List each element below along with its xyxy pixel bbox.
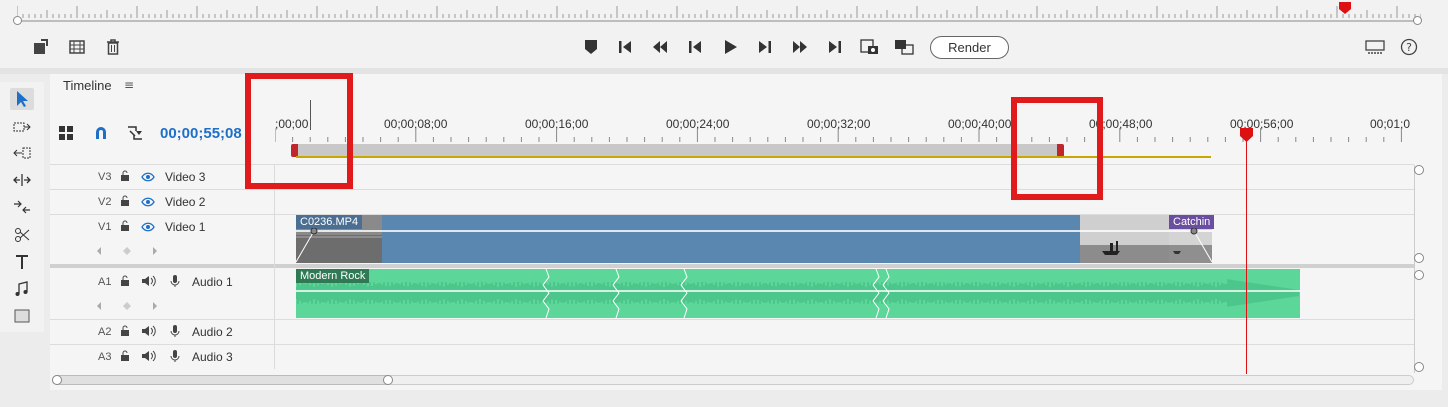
play-icon[interactable]: [720, 37, 740, 57]
vertical-scrollbar[interactable]: [1414, 165, 1424, 373]
track-select-tool-icon[interactable]: [10, 116, 34, 138]
scroll-handle[interactable]: [1414, 270, 1424, 280]
work-area-bar[interactable]: [296, 144, 1062, 156]
step-forward-icon[interactable]: [790, 37, 810, 57]
step-back-icon[interactable]: [650, 37, 670, 57]
snap-magnet-icon[interactable]: [93, 125, 109, 141]
clip-label: Catchin: [1169, 215, 1215, 229]
track-name[interactable]: Video 1: [165, 220, 205, 234]
lock-icon[interactable]: [120, 220, 130, 232]
track-id[interactable]: V2: [98, 196, 111, 208]
eye-icon[interactable]: [141, 172, 155, 182]
track-separator: [50, 189, 1414, 190]
microphone-icon[interactable]: [170, 324, 180, 338]
clip-label: Modern Rock: [296, 269, 370, 283]
track-separator: [50, 319, 1414, 320]
lock-icon[interactable]: [120, 325, 130, 337]
speaker-icon[interactable]: [141, 274, 157, 288]
track-name[interactable]: Audio 1: [192, 275, 233, 289]
help-icon[interactable]: ?: [1399, 37, 1419, 57]
scroll-handle[interactable]: [52, 375, 62, 385]
keyframe-nav-icon[interactable]: [96, 301, 162, 311]
panel-title[interactable]: Timeline: [63, 78, 112, 93]
lock-icon[interactable]: [120, 275, 130, 287]
track-separator: [50, 344, 1414, 345]
monitor-playhead-icon[interactable]: [1339, 2, 1351, 14]
button-editor-icon[interactable]: [1365, 37, 1385, 57]
scroll-handle[interactable]: [1414, 165, 1424, 175]
audio-tool-icon[interactable]: [10, 278, 34, 300]
scroll-handle[interactable]: [383, 375, 393, 385]
track-name[interactable]: Video 2: [165, 195, 205, 209]
rolling-edit-tool-icon[interactable]: [10, 169, 34, 191]
clip-label: C0236.MP4: [296, 215, 363, 229]
go-to-in-icon[interactable]: [615, 37, 635, 57]
add-marker-icon[interactable]: [581, 37, 601, 57]
nest-sequence-icon[interactable]: [58, 125, 74, 141]
monitor-scrub-track[interactable]: [17, 20, 1421, 22]
eye-icon[interactable]: [141, 222, 155, 232]
hamburger-icon[interactable]: ≡: [124, 78, 134, 92]
camera-icon[interactable]: [860, 37, 880, 57]
trash-icon[interactable]: [103, 37, 123, 57]
linked-selection-icon[interactable]: [127, 125, 143, 141]
audio-clip[interactable]: [296, 269, 1300, 318]
previous-frame-icon[interactable]: [685, 37, 705, 57]
film-strip-icon[interactable]: [67, 37, 87, 57]
annotation-highlight-box: [245, 73, 353, 189]
slip-tool-icon[interactable]: [10, 196, 34, 218]
razor-tool-icon[interactable]: [10, 224, 34, 246]
video-audio-divider[interactable]: [50, 264, 1414, 268]
export-frame-icon[interactable]: [31, 37, 51, 57]
playhead-timecode[interactable]: 00;00;55;08: [160, 125, 242, 142]
monitor-scrub-ruler[interactable]: [17, 4, 1421, 18]
lock-icon[interactable]: [120, 195, 130, 207]
microphone-icon[interactable]: [170, 349, 180, 363]
scrub-start-handle[interactable]: [13, 16, 22, 25]
track-name[interactable]: Audio 2: [192, 325, 233, 339]
lock-icon[interactable]: [120, 350, 130, 362]
header-column-divider: [274, 164, 275, 369]
type-tool-icon[interactable]: [10, 251, 34, 273]
next-frame-icon[interactable]: [755, 37, 775, 57]
keyframe-nav-icon[interactable]: [96, 246, 162, 256]
track-name[interactable]: Audio 3: [192, 350, 233, 364]
lock-icon[interactable]: [120, 170, 130, 182]
scroll-handle[interactable]: [1414, 362, 1424, 372]
selection-tool-icon[interactable]: [10, 88, 34, 110]
ripple-edit-tool-icon[interactable]: [10, 142, 34, 164]
track-name[interactable]: Video 3: [165, 170, 205, 184]
track-id[interactable]: A3: [98, 351, 111, 363]
playhead-line: [1246, 138, 1247, 374]
svg-text:?: ?: [1406, 41, 1412, 54]
track-id[interactable]: A2: [98, 326, 111, 338]
go-to-out-icon[interactable]: [825, 37, 845, 57]
annotation-highlight-box: [1011, 97, 1103, 200]
horizontal-scroll-thumb[interactable]: [52, 375, 390, 385]
track-id[interactable]: A1: [98, 276, 111, 288]
scrub-end-handle[interactable]: [1413, 16, 1422, 25]
rectangle-tool-icon[interactable]: [10, 305, 34, 327]
speaker-icon[interactable]: [141, 349, 157, 363]
scroll-handle[interactable]: [1414, 253, 1424, 263]
compare-frames-icon[interactable]: [894, 37, 914, 57]
speaker-icon[interactable]: [141, 324, 157, 338]
microphone-icon[interactable]: [170, 274, 180, 288]
fade-lines: [296, 228, 1212, 263]
track-id[interactable]: V3: [98, 171, 111, 183]
eye-icon[interactable]: [141, 197, 155, 207]
track-id[interactable]: V1: [98, 221, 111, 233]
render-button[interactable]: Render: [930, 36, 1009, 59]
